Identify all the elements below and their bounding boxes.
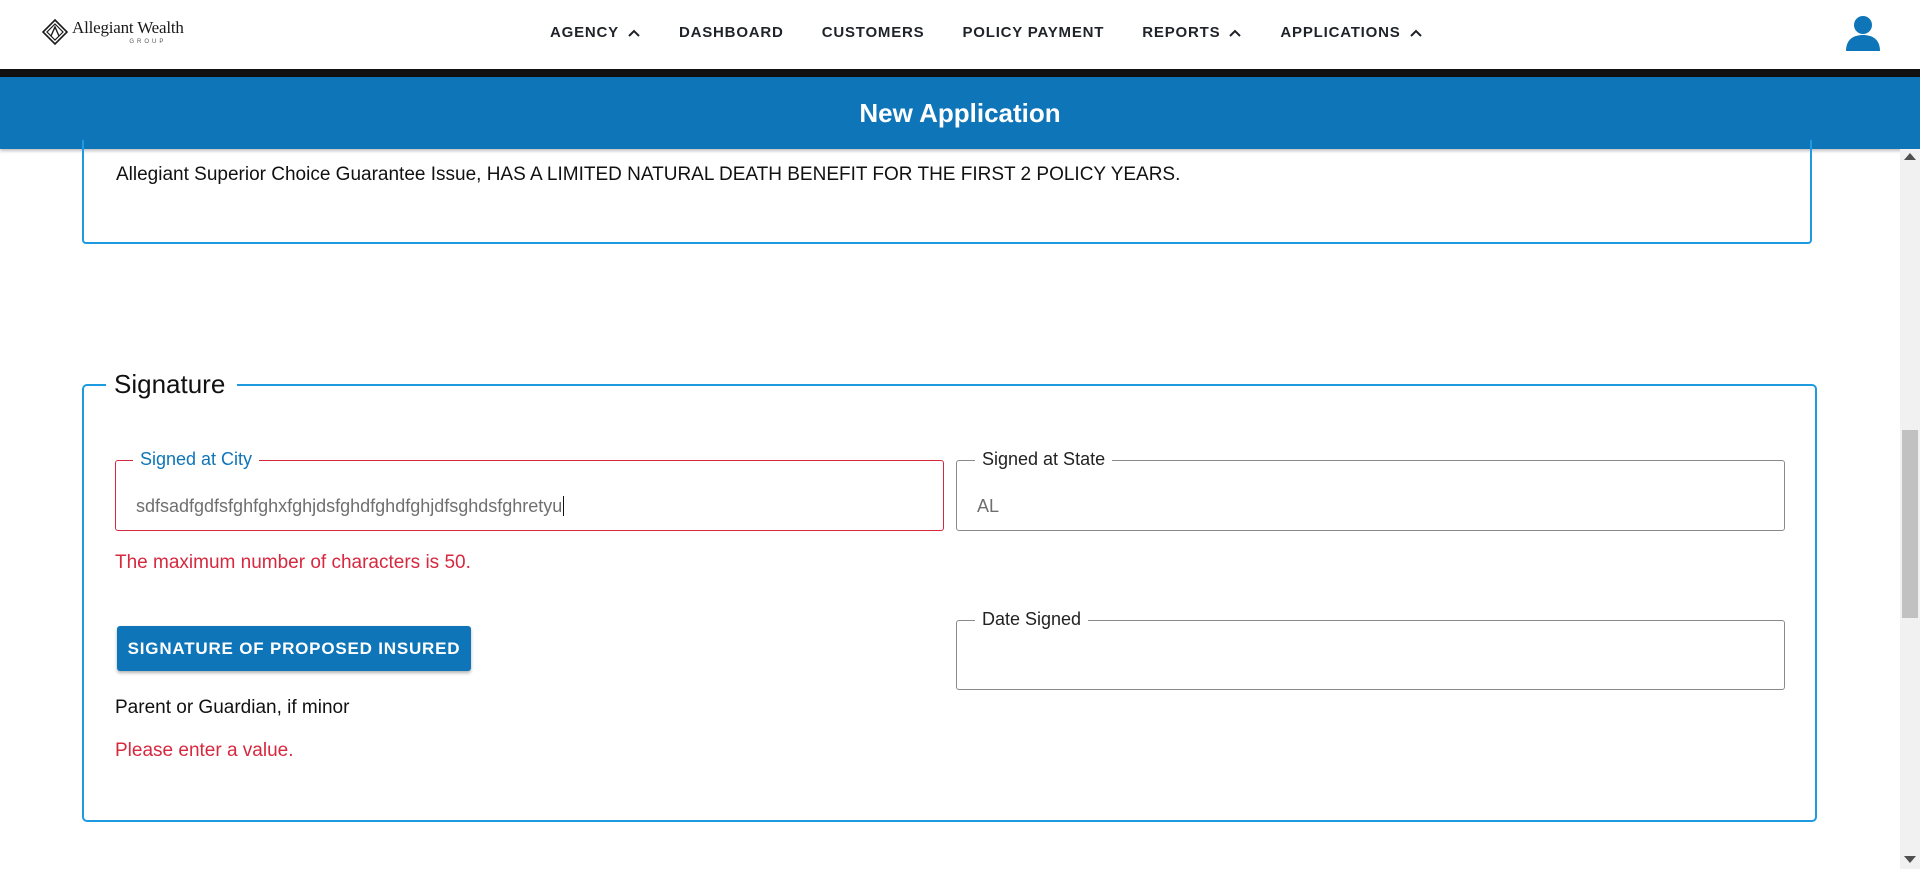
scroll-up-arrow-icon[interactable] xyxy=(1904,153,1916,160)
scroll-down-arrow-icon[interactable] xyxy=(1904,856,1916,863)
top-navigation: Allegiant Wealth GROUP AGENCY DASHBOARD … xyxy=(0,0,1920,77)
nav-item-dashboard[interactable]: DASHBOARD xyxy=(679,24,784,41)
logo-name: Allegiant Wealth xyxy=(72,18,184,37)
user-icon[interactable] xyxy=(1844,14,1882,52)
signed-at-state-value: AL xyxy=(977,496,1000,516)
nav-item-label: AGENCY xyxy=(550,24,619,41)
nav-item-label: APPLICATIONS xyxy=(1280,24,1401,41)
chevron-up-icon xyxy=(1229,29,1242,37)
nav-item-label: REPORTS xyxy=(1142,24,1221,41)
signature-section: Signature xyxy=(82,368,1817,822)
nav-item-agency[interactable]: AGENCY xyxy=(550,24,641,41)
logo-mark-icon xyxy=(42,19,68,45)
nav-item-customers[interactable]: CUSTOMERS xyxy=(822,24,925,41)
signature-error-message: Please enter a value. xyxy=(115,740,294,761)
logo-subtitle: GROUP xyxy=(129,39,167,45)
signed-at-city-value: sdfsadfgdfsfghfghxfghjdsfghdfghdfghjdfsg… xyxy=(136,496,563,516)
city-error-message: The maximum number of characters is 50. xyxy=(115,552,471,573)
nav-item-label: DASHBOARD xyxy=(678,24,784,41)
signed-at-city-field[interactable]: Signed at City sdfsadfgdfsfghfghxfghjdsf… xyxy=(115,448,944,531)
nav-item-reports[interactable]: REPORTS xyxy=(1142,24,1242,41)
date-signed-field[interactable]: Date Signed xyxy=(956,608,1785,690)
signed-at-city-label: Signed at City xyxy=(133,448,260,470)
chevron-up-icon xyxy=(628,29,640,37)
signed-at-state-field[interactable]: Signed at State AL xyxy=(956,448,1785,531)
nav-menu: AGENCY DASHBOARD CUSTOMERS POLICY PAYMEN… xyxy=(550,0,1461,65)
date-signed-label: Date Signed xyxy=(975,608,1089,630)
nav-item-policy-payment[interactable]: POLICY PAYMENT xyxy=(962,24,1104,41)
guardian-note: Parent or Guardian, if minor xyxy=(115,697,350,718)
product-notice-box: Allegiant Superior Choice Guarantee Issu… xyxy=(82,140,1812,244)
scrollbar-thumb[interactable] xyxy=(1902,430,1918,618)
signature-of-proposed-insured-button[interactable]: SIGNATURE OF PROPOSED INSURED xyxy=(117,626,471,671)
nav-item-label: POLICY PAYMENT xyxy=(962,24,1105,41)
nav-item-label: CUSTOMERS xyxy=(821,24,925,41)
signed-at-state-label: Signed at State xyxy=(975,448,1113,470)
product-notice-text: Allegiant Superior Choice Guarantee Issu… xyxy=(116,164,1181,185)
signature-section-title: Signature xyxy=(106,368,238,400)
text-caret xyxy=(563,496,565,516)
chevron-up-icon xyxy=(1409,29,1422,37)
company-logo[interactable]: Allegiant Wealth GROUP xyxy=(42,16,184,48)
nav-item-applications[interactable]: APPLICATIONS xyxy=(1280,24,1422,41)
page-title: New Application xyxy=(0,77,1920,149)
